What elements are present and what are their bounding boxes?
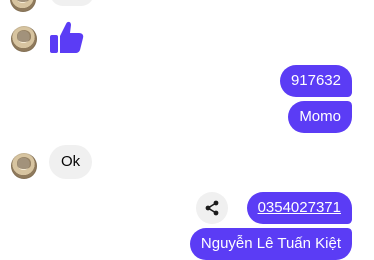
message-text: Nguyễn Lê Tuấn Kiệt bbox=[200, 235, 341, 252]
incoming-message[interactable]: Ok bbox=[49, 145, 93, 179]
message-text: Ok bbox=[61, 153, 81, 170]
outgoing-message-phone-link[interactable]: 0354027371 bbox=[246, 192, 352, 224]
share-icon bbox=[205, 200, 219, 216]
message-text: Momo bbox=[299, 108, 341, 125]
outgoing-message[interactable]: 917632 bbox=[279, 65, 352, 97]
share-button[interactable] bbox=[196, 192, 228, 224]
contact-avatar[interactable] bbox=[11, 153, 37, 179]
phone-number-link[interactable]: 0354027371 bbox=[258, 199, 341, 216]
message-bubble-partial[interactable] bbox=[50, 0, 94, 6]
outgoing-message[interactable]: Nguyễn Lê Tuấn Kiệt bbox=[189, 228, 352, 260]
outgoing-message[interactable]: Momo bbox=[288, 101, 352, 133]
contact-avatar-partial[interactable] bbox=[10, 0, 36, 12]
contact-avatar[interactable] bbox=[11, 26, 37, 52]
message-text: 917632 bbox=[290, 72, 341, 89]
thumbs-up-icon bbox=[48, 18, 86, 61]
